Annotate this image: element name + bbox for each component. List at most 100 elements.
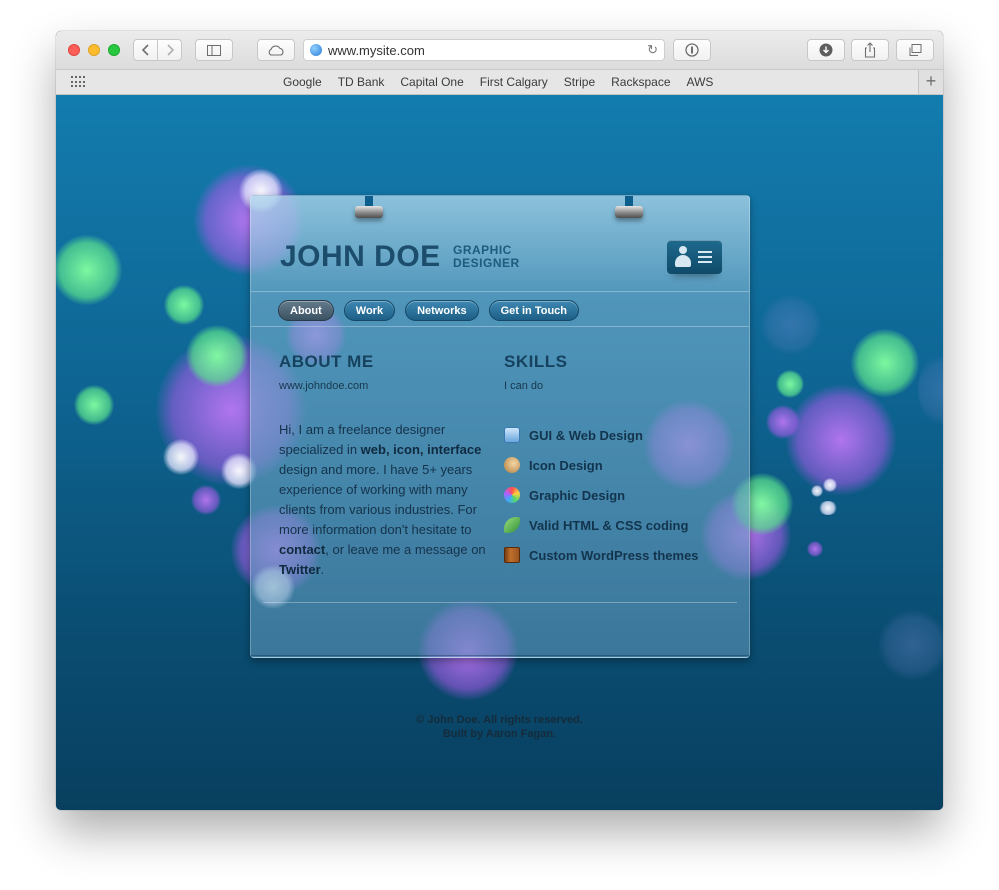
color-wheel-icon: [504, 487, 520, 503]
bookmark-first-calgary[interactable]: First Calgary: [480, 75, 548, 89]
about-emphasis: web, icon, interface: [360, 442, 482, 457]
contact-link[interactable]: contact: [279, 542, 325, 557]
browser-window-icon: [504, 427, 520, 443]
skill-item: Custom WordPress themes: [504, 540, 699, 570]
skill-label: Icon Design: [529, 457, 603, 473]
bookmarks-bar: Google TD Bank Capital One First Calgary…: [56, 70, 943, 95]
webpage-viewport: JOHN DOE GRAPHIC DESIGNER About Work Net…: [56, 95, 943, 810]
bokeh-light: [807, 541, 823, 557]
tagline-line1: GRAPHIC: [453, 243, 512, 257]
back-button[interactable]: [133, 39, 158, 61]
site-tagline: GRAPHIC DESIGNER: [453, 244, 543, 270]
bokeh-light: [811, 485, 823, 497]
bokeh-light: [823, 478, 837, 492]
twitter-link[interactable]: Twitter: [279, 562, 321, 577]
minimize-window-button[interactable]: [88, 44, 100, 56]
footer-copyright: © John Doe. All rights reserved.: [416, 714, 583, 726]
skill-label: Custom WordPress themes: [529, 547, 699, 563]
nav-about[interactable]: About: [278, 300, 334, 321]
bokeh-light: [918, 350, 943, 430]
new-tab-button[interactable]: +: [918, 70, 943, 94]
about-text-part: .: [320, 562, 325, 577]
about-heading: ABOUT ME: [279, 352, 374, 371]
globe-icon: [310, 44, 322, 56]
download-icon: [819, 43, 833, 57]
share-icon: [864, 42, 876, 58]
sidebar-icon: [207, 44, 221, 56]
bokeh-light: [164, 285, 204, 325]
bokeh-light: [186, 325, 248, 387]
address-bar[interactable]: www.mysite.com ↻: [303, 39, 665, 61]
close-window-button[interactable]: [68, 44, 80, 56]
contact-card-icon[interactable]: [667, 240, 722, 274]
bookmark-aws[interactable]: AWS: [687, 75, 714, 89]
skills-subtitle: I can do: [504, 380, 544, 392]
bokeh-light: [761, 295, 821, 355]
bokeh-light: [878, 610, 943, 680]
top-sites-grid-icon[interactable]: [71, 76, 85, 88]
skills-heading: SKILLS: [504, 352, 568, 371]
bokeh-light: [74, 385, 114, 425]
url-text[interactable]: www.mysite.com: [328, 43, 425, 58]
forward-button[interactable]: [157, 39, 182, 61]
nav-divider: [251, 326, 749, 327]
tagline-line2: DESIGNER: [453, 256, 520, 270]
leaf-icon: [504, 517, 520, 533]
browser-window: www.mysite.com ↻ Google TD Bank Capital …: [56, 31, 943, 810]
site-title[interactable]: JOHN DOE: [280, 240, 441, 274]
bookmark-list: Google TD Bank Capital One First Calgary…: [283, 70, 729, 94]
sidebar-toggle-button[interactable]: [195, 39, 233, 61]
show-tabs-button[interactable]: [896, 39, 934, 61]
skill-label: Valid HTML & CSS coding: [529, 517, 689, 533]
bokeh-light: [776, 370, 804, 398]
content-divider: [263, 602, 737, 603]
binder-clip-right: [615, 196, 643, 220]
header-divider: [251, 291, 749, 292]
bokeh-light: [191, 485, 221, 515]
skill-item: Valid HTML & CSS coding: [504, 510, 699, 540]
skill-item: GUI & Web Design: [504, 420, 699, 450]
downloads-button[interactable]: [807, 39, 845, 61]
share-button[interactable]: [851, 39, 889, 61]
bokeh-light: [56, 235, 122, 305]
footer-credit[interactable]: Built by Aaron Fagan.: [56, 727, 943, 741]
profile-card: JOHN DOE GRAPHIC DESIGNER About Work Net…: [250, 195, 750, 658]
icloud-tabs-button[interactable]: [257, 39, 295, 61]
nav-get-in-touch[interactable]: Get in Touch: [488, 300, 580, 321]
tabs-overview-icon: [909, 43, 922, 56]
bokeh-light: [851, 329, 919, 397]
about-paragraph: Hi, I am a freelance designer specialize…: [279, 420, 487, 580]
password-manager-button[interactable]: [673, 39, 711, 61]
skills-list: GUI & Web Design Icon Design Graphic Des…: [504, 420, 699, 570]
chevron-right-icon: [166, 44, 174, 56]
about-text-part: design and more. I have 5+ years experie…: [279, 462, 477, 537]
about-text-part: , or leave me a message on: [325, 542, 486, 557]
reload-icon[interactable]: ↻: [647, 42, 658, 58]
skill-item: Graphic Design: [504, 480, 699, 510]
palette-icon: [504, 457, 520, 473]
bokeh-light: [786, 385, 896, 495]
nav-networks[interactable]: Networks: [405, 300, 479, 321]
binder-clip-left: [355, 196, 383, 220]
bokeh-light: [818, 501, 838, 515]
bookmark-td-bank[interactable]: TD Bank: [338, 75, 385, 89]
bokeh-light: [766, 405, 800, 439]
about-website-link[interactable]: www.johndoe.com: [279, 380, 368, 392]
skill-item: Icon Design: [504, 450, 699, 480]
bookmark-capital-one[interactable]: Capital One: [400, 75, 463, 89]
card-bottom-edge: [251, 655, 749, 656]
bokeh-light: [163, 439, 199, 475]
bookmark-google[interactable]: Google: [283, 75, 322, 89]
zoom-window-button[interactable]: [108, 44, 120, 56]
skill-label: GUI & Web Design: [529, 427, 643, 443]
browser-toolbar: www.mysite.com ↻: [56, 31, 943, 70]
bookmark-rackspace[interactable]: Rackspace: [611, 75, 670, 89]
cloud-icon: [268, 45, 284, 56]
main-nav: About Work Networks Get in Touch: [278, 300, 589, 321]
1password-icon: [685, 43, 699, 57]
nav-work[interactable]: Work: [343, 300, 396, 321]
bookmark-stripe[interactable]: Stripe: [564, 75, 595, 89]
skill-label: Graphic Design: [529, 487, 626, 503]
book-icon: [504, 547, 520, 563]
chevron-left-icon: [141, 44, 149, 56]
